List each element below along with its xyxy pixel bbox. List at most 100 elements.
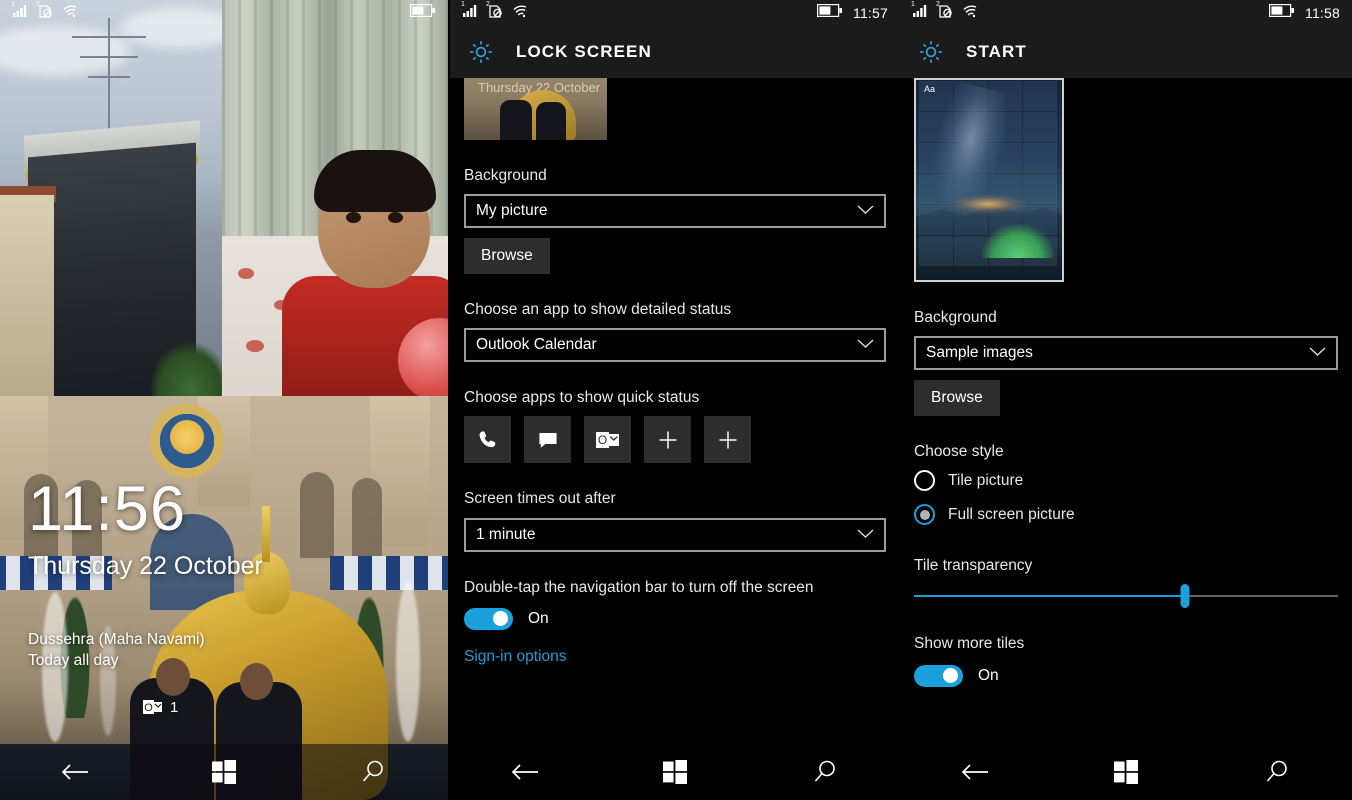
- choose-style-label: Choose style: [914, 443, 1004, 461]
- browse-button[interactable]: Browse: [914, 380, 1000, 417]
- preview-tile: [1023, 81, 1057, 111]
- quick-status-add-slot-2[interactable]: [704, 416, 751, 464]
- style-option-full-screen-picture[interactable]: Full screen picture: [914, 504, 1338, 526]
- back-button[interactable]: [490, 750, 560, 794]
- preview-person: [536, 102, 566, 140]
- wallpaper-photo-castle: [0, 396, 448, 800]
- slider-thumb[interactable]: [1180, 584, 1190, 609]
- baby-eye: [388, 212, 403, 223]
- quick-status-label: Choose apps to show quick status: [464, 389, 700, 407]
- lock-screen-preview[interactable]: Thursday 22 October: [464, 78, 607, 140]
- screen-timeout-label: Screen times out after: [464, 490, 616, 508]
- style-option-label: Full screen picture: [948, 505, 1075, 523]
- start-settings-panel: 1 2 11:58 START Aa Background Sample ima…: [900, 0, 1352, 800]
- signal-strength-sim1-icon: 1: [461, 1, 478, 23]
- add-icon: [719, 431, 736, 449]
- tile-transparency-slider[interactable]: [914, 584, 1338, 609]
- start-button[interactable]: [1091, 750, 1161, 794]
- status-icons-right: 11:58: [1269, 4, 1340, 22]
- search-icon: [363, 760, 384, 782]
- start-screen-preview[interactable]: Aa: [914, 78, 1064, 282]
- back-icon: [61, 764, 88, 780]
- three-phone-screenshots: 1 2 11:56 Thursday 22 October Dussehra (…: [0, 0, 1352, 800]
- lock-screen-notification-badge[interactable]: O 1: [143, 698, 178, 716]
- gear-icon: [470, 41, 492, 63]
- back-icon: [511, 764, 538, 780]
- lock-screen-clock-block: 11:56 Thursday 22 October: [28, 478, 263, 581]
- search-button[interactable]: [338, 750, 408, 794]
- castle-window: [352, 478, 382, 558]
- search-button[interactable]: [1242, 750, 1312, 794]
- chevron-down-icon: [857, 336, 874, 354]
- search-button[interactable]: [790, 750, 860, 794]
- antenna-bar: [72, 36, 146, 38]
- navigation-bar: [900, 744, 1352, 800]
- quick-status-app-messaging[interactable]: [524, 416, 571, 464]
- preview-tile: [919, 174, 953, 204]
- sun-emblem: [170, 420, 204, 454]
- wifi-icon: [512, 4, 529, 23]
- back-button[interactable]: [940, 750, 1010, 794]
- settings-body[interactable]: Aa Background Sample images Browse Choos…: [900, 78, 1352, 800]
- antenna-bar: [88, 76, 130, 78]
- settings-body[interactable]: Thursday 22 October Background My pictur…: [450, 78, 900, 800]
- sim2-no-service-icon: 2: [36, 1, 53, 23]
- castle-window: [300, 472, 334, 558]
- quick-status-app-outlook[interactable]: O: [584, 416, 631, 464]
- status-icons-left: 1 2: [11, 0, 79, 23]
- settings-header: LOCK SCREEN: [450, 26, 900, 78]
- sim1-label: 1: [11, 0, 15, 8]
- preview-tile: [919, 205, 953, 235]
- background-dropdown[interactable]: My picture: [464, 194, 886, 229]
- preview-aa-badge: Aa: [924, 84, 936, 94]
- chevron-down-icon: [1309, 344, 1326, 362]
- page-title: LOCK SCREEN: [516, 42, 652, 61]
- status-icons-left: 1 2: [911, 0, 979, 23]
- preview-tile: [953, 112, 988, 142]
- style-option-tile-picture[interactable]: Tile picture: [914, 470, 1338, 492]
- windows-icon: [211, 760, 236, 784]
- outlook-icon: O: [143, 700, 162, 714]
- settings-content: Background My picture Browse Choose an a…: [450, 166, 900, 666]
- double-tap-state: On: [528, 609, 549, 627]
- preview-tile: [919, 143, 953, 173]
- preview-tile: [1023, 236, 1057, 266]
- status-bar: 1 2 11:58: [900, 0, 1352, 26]
- quick-status-app-phone[interactable]: [464, 416, 511, 464]
- page-title: START: [966, 42, 1027, 61]
- start-button[interactable]: [640, 750, 710, 794]
- navigation-bar: [0, 744, 448, 800]
- baby-hair: [314, 150, 436, 212]
- baby-eye: [346, 212, 361, 223]
- chevron-down-icon: [857, 202, 874, 220]
- search-icon: [814, 760, 835, 782]
- signal-strength-sim1-icon: 1: [911, 0, 928, 23]
- wallpaper-photo-building: [0, 0, 222, 396]
- background-dropdown[interactable]: Sample images: [914, 336, 1338, 371]
- sim1-label: 1: [911, 0, 915, 8]
- double-tap-toggle[interactable]: [464, 607, 513, 630]
- wallpaper-photo-baby: [222, 0, 448, 396]
- detailed-status-dropdown[interactable]: Outlook Calendar: [464, 328, 886, 363]
- show-more-tiles-toggle[interactable]: [914, 664, 963, 687]
- preview-tile: [1023, 174, 1057, 204]
- show-more-tiles-label: Show more tiles: [914, 635, 1025, 653]
- clock: 11:57: [853, 5, 888, 21]
- screen-timeout-dropdown[interactable]: 1 minute: [464, 517, 886, 552]
- signin-options-link[interactable]: Sign-in options: [464, 648, 567, 665]
- quick-status-add-slot-1[interactable]: [644, 416, 691, 464]
- preview-tile-grid: [919, 81, 1057, 266]
- slider-fill: [914, 595, 1186, 598]
- windows-icon: [1113, 760, 1138, 784]
- start-button[interactable]: [189, 750, 259, 794]
- sim2-no-service-icon: 2: [936, 1, 953, 23]
- striped-awning: [330, 556, 448, 590]
- back-icon: [962, 764, 989, 780]
- preview-tile: [919, 112, 953, 142]
- radio-button-selected: [914, 504, 935, 526]
- chevron-down-icon: [857, 526, 874, 544]
- preview-tile: [1023, 143, 1057, 173]
- preview-tile: [919, 236, 953, 266]
- browse-button[interactable]: Browse: [464, 238, 550, 275]
- back-button[interactable]: [40, 750, 110, 794]
